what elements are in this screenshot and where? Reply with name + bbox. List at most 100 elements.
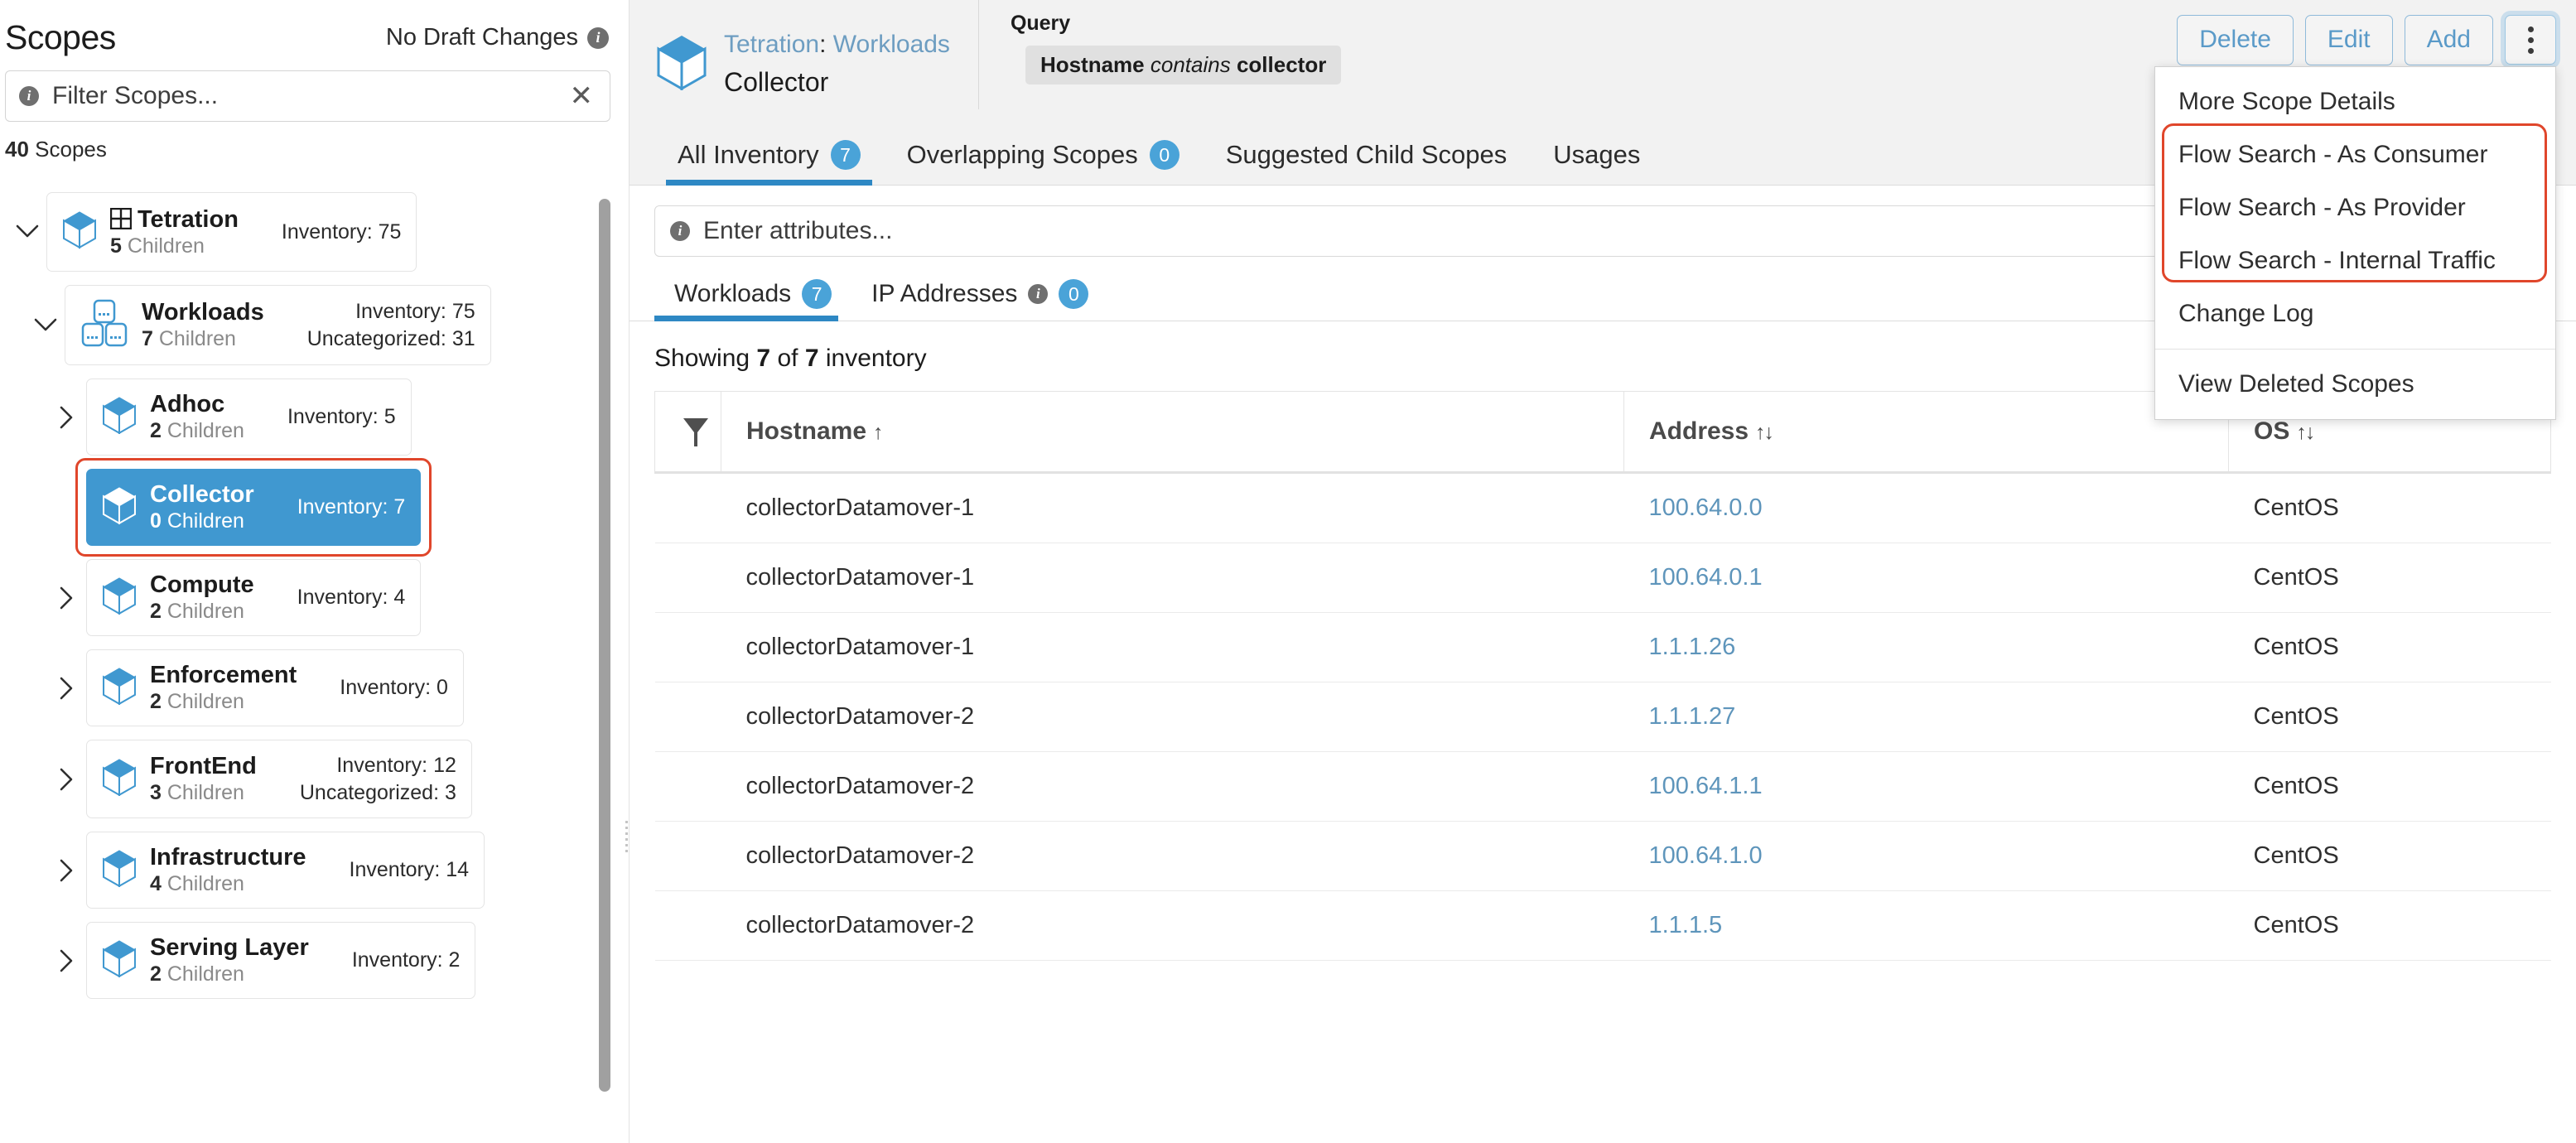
scope-card[interactable]: Compute 2 Children Inventory: 4 <box>86 559 422 636</box>
menu-item-flow-search-as-provider[interactable]: Flow Search - As Provider <box>2155 181 2555 234</box>
breadcrumb-root[interactable]: Tetration <box>724 31 819 58</box>
scope-card-name-text: Compute <box>150 572 254 598</box>
sort-arrow-icon[interactable]: ↑↓ <box>1755 421 1774 444</box>
cell-address: 100.64.1.1 <box>1623 751 2229 822</box>
showing-of: of <box>777 345 798 372</box>
scope-identity: Tetration: Workloads Collector <box>630 0 979 109</box>
query-chip[interactable]: Hostname contains collector <box>1025 46 1342 84</box>
close-icon[interactable]: ✕ <box>565 82 599 110</box>
showing-prefix: Showing <box>654 345 750 372</box>
scope-card-children: 2 Children <box>150 600 244 623</box>
sort-arrow-icon[interactable]: ↑ <box>873 421 883 444</box>
table-row[interactable]: collectorDatamover-1 100.64.0.1 CentOS <box>654 543 2551 613</box>
scope-card-name-text: Infrastructure <box>150 844 306 871</box>
cell-hostname: collectorDatamover-1 <box>721 471 1624 543</box>
scope-tree-item-tetration[interactable]: Tetration 5 Children Inventory: 75 <box>0 192 630 272</box>
info-icon[interactable]: i <box>1028 284 1049 304</box>
sort-arrow-icon[interactable]: ↑↓ <box>2296 421 2315 444</box>
table-row[interactable]: collectorDatamover-1 1.1.1.26 CentOS <box>654 612 2551 682</box>
chevron-right-icon[interactable] <box>48 676 86 701</box>
showing-shown: 7 <box>756 345 771 372</box>
chevron-right-icon[interactable] <box>48 858 86 883</box>
column-header-hostname[interactable]: Hostname ↑ <box>721 391 1624 473</box>
tab-overlapping-scopes[interactable]: Overlapping Scopes 0 <box>884 140 1203 185</box>
scope-header-bar: Tetration: Workloads Collector Query Hos… <box>630 0 2576 420</box>
scope-tree-item-serving-layer[interactable]: Serving Layer 2 Children Inventory: 2 <box>0 922 630 999</box>
scope-tree-item-collector[interactable]: Collector 0 Children Inventory: 7 <box>0 469 630 546</box>
table-row[interactable]: collectorDatamover-2 1.1.1.5 CentOS <box>654 890 2551 961</box>
scope-tree-item-adhoc[interactable]: Adhoc 2 Children Inventory: 5 <box>0 379 630 456</box>
chevron-down-icon[interactable] <box>8 219 46 244</box>
address-link[interactable]: 100.64.1.1 <box>1649 773 1763 799</box>
chevron-right-icon[interactable] <box>48 405 86 430</box>
scope-tree-item-enforcement[interactable]: Enforcement 2 Children Inventory: 0 <box>0 649 630 726</box>
address-link[interactable]: 100.64.0.0 <box>1649 494 1763 521</box>
address-link[interactable]: 1.1.1.27 <box>1649 703 1736 730</box>
menu-item-flow-search-as-consumer[interactable]: Flow Search - As Consumer <box>2155 128 2555 181</box>
table-row[interactable]: collectorDatamover-1 100.64.0.0 CentOS <box>654 471 2551 543</box>
menu-item-view-deleted-scopes[interactable]: View Deleted Scopes <box>2155 358 2555 411</box>
scope-tree-item-frontend[interactable]: FrontEnd 3 Children Inventory: 12 Uncategor… <box>0 740 630 818</box>
row-filter-cell <box>654 471 721 543</box>
scope-card-name: Infrastructure <box>150 844 306 871</box>
table-row[interactable]: collectorDatamover-2 100.64.1.1 CentOS <box>654 751 2551 822</box>
subtab-workloads[interactable]: Workloads 7 <box>654 279 851 321</box>
scope-card-inventory: Inventory: 4 <box>297 586 406 610</box>
address-link[interactable]: 100.64.1.0 <box>1649 842 1763 869</box>
scope-card[interactable]: Collector 0 Children Inventory: 7 <box>86 469 422 546</box>
menu-item-flow-search-internal-traffic[interactable]: Flow Search - Internal Traffic <box>2155 234 2555 287</box>
cell-os: CentOS <box>2228 612 2551 682</box>
breadcrumb: Tetration: Workloads <box>724 31 950 59</box>
address-link[interactable]: 1.1.1.26 <box>1649 634 1736 660</box>
scope-tree-item-workloads[interactable]: Workloads 7 Children Inventory: 75 Uncatego… <box>0 285 630 365</box>
scope-card[interactable]: FrontEnd 3 Children Inventory: 12 Uncategor… <box>86 740 472 818</box>
chevron-right-icon[interactable] <box>48 767 86 792</box>
cell-address: 1.1.1.26 <box>1623 612 2229 682</box>
scope-card[interactable]: Enforcement 2 Children Inventory: 0 <box>86 649 464 726</box>
table-row[interactable]: collectorDatamover-2 1.1.1.27 CentOS <box>654 682 2551 752</box>
column-filter-cell[interactable] <box>654 391 721 473</box>
menu-divider <box>2155 349 2555 350</box>
delete-button[interactable]: Delete <box>2177 15 2294 65</box>
address-link[interactable]: 1.1.1.5 <box>1649 912 1723 938</box>
scope-card[interactable]: Tetration 5 Children Inventory: 75 <box>46 192 417 272</box>
subtab-badge: 7 <box>802 279 832 309</box>
subtab-ip-addresses[interactable]: IP Addresses i 0 <box>851 279 1108 321</box>
tab-usages[interactable]: Usages <box>1530 140 1663 185</box>
cell-hostname: collectorDatamover-2 <box>721 821 1624 891</box>
chevron-down-icon[interactable] <box>27 313 65 338</box>
scope-card-inventory: Inventory: 14 <box>349 858 470 882</box>
tab-label: Overlapping Scopes <box>906 140 1138 169</box>
tab-suggested-child-scopes[interactable]: Suggested Child Scopes <box>1203 140 1531 185</box>
breadcrumb-parent[interactable]: Workloads <box>833 31 950 58</box>
sidebar-scrollbar-thumb[interactable] <box>599 199 610 1092</box>
subtab-badge: 0 <box>1059 279 1089 309</box>
kebab-menu-icon[interactable] <box>2505 15 2556 65</box>
edit-button[interactable]: Edit <box>2304 15 2393 65</box>
tab-all-inventory[interactable]: All Inventory 7 <box>654 140 884 186</box>
scope-card[interactable]: Serving Layer 2 Children Inventory: 2 <box>86 922 476 999</box>
filter-scopes-placeholder: Filter Scopes... <box>52 82 219 109</box>
column-header-address[interactable]: Address ↑↓ <box>1623 391 2229 473</box>
scope-card[interactable]: Infrastructure 4 Children Inventory: 14 <box>86 832 485 909</box>
menu-item-more-scope-details[interactable]: More Scope Details <box>2155 75 2555 128</box>
scope-tree-item-infrastructure[interactable]: Infrastructure 4 Children Inventory: 14 <box>0 832 630 909</box>
row-filter-cell <box>654 821 721 891</box>
scope-card-stats: Inventory: 75 Uncategorized: 31 <box>277 298 475 352</box>
draft-status: No Draft Changes i <box>386 24 609 51</box>
info-icon[interactable]: i <box>587 27 609 49</box>
filter-scopes-input[interactable]: i Filter Scopes... ✕ <box>5 70 610 122</box>
add-button[interactable]: Add <box>2404 15 2493 65</box>
address-link[interactable]: 100.64.0.1 <box>1649 564 1763 591</box>
scope-tree-item-compute[interactable]: Compute 2 Children Inventory: 4 <box>0 559 630 636</box>
funnel-filter-icon[interactable] <box>670 413 721 450</box>
chevron-right-icon[interactable] <box>48 586 86 610</box>
scope-card[interactable]: Workloads 7 Children Inventory: 75 Uncatego… <box>65 285 491 365</box>
chevron-right-icon[interactable] <box>48 948 86 973</box>
menu-item-change-log[interactable]: Change Log <box>2155 287 2555 340</box>
info-icon[interactable]: i <box>670 221 690 241</box>
sidebar-scrollbar[interactable] <box>599 199 610 1110</box>
table-row[interactable]: collectorDatamover-2 100.64.1.0 CentOS <box>654 821 2551 891</box>
info-icon[interactable]: i <box>19 86 39 106</box>
scope-card[interactable]: Adhoc 2 Children Inventory: 5 <box>86 379 412 456</box>
